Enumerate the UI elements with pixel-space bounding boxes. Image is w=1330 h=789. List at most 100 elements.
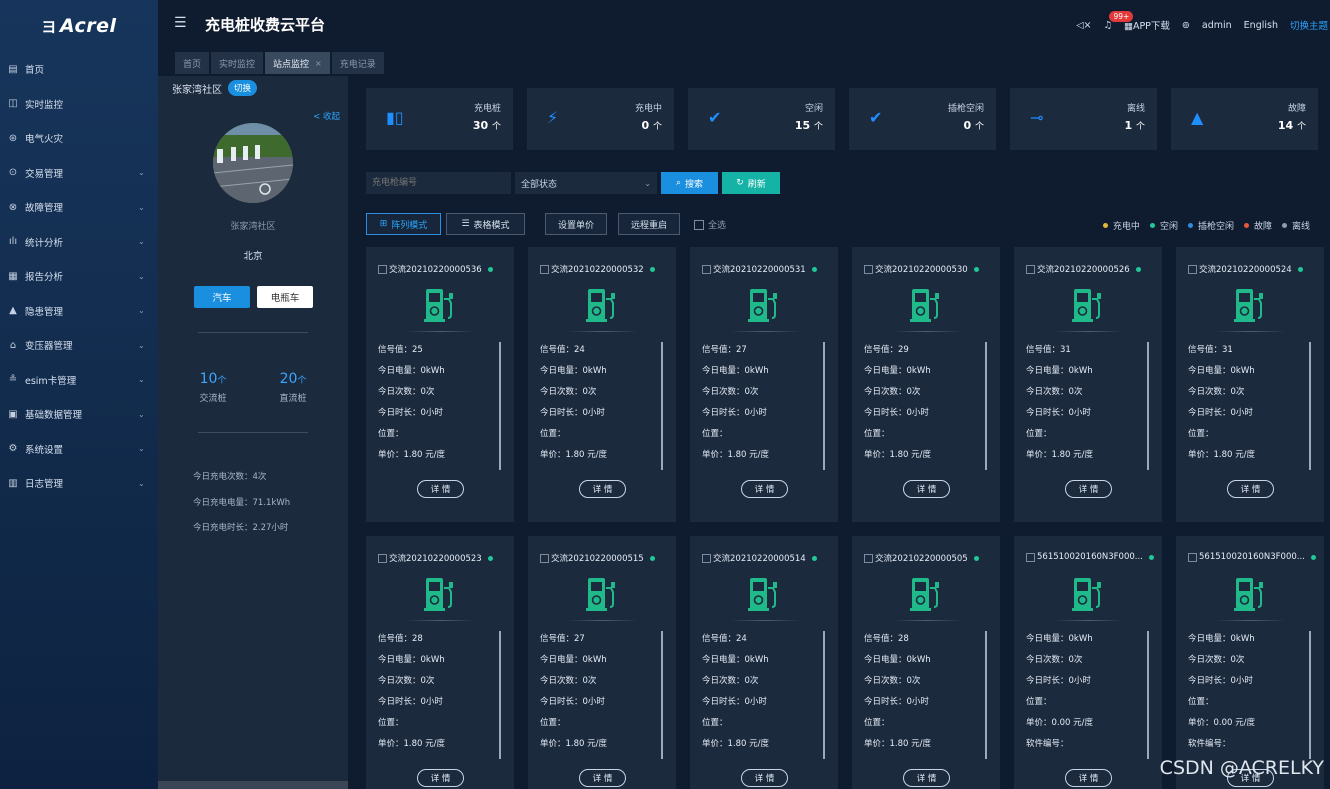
card-title[interactable]: 交流20210220000514: [702, 552, 817, 564]
detail-button[interactable]: 详 情: [1065, 769, 1112, 787]
card-title[interactable]: 交流20210220000536: [378, 263, 493, 275]
detail-button[interactable]: 详 情: [417, 769, 464, 787]
charger-card: 561510020160N3F000... 今日电量：0kWh 今日次数：0次 今日时…: [1176, 536, 1324, 789]
card-title[interactable]: 交流20210220000524: [1188, 263, 1303, 275]
detail-button[interactable]: 详 情: [579, 769, 626, 787]
menu-toggle-icon[interactable]: ☰: [174, 15, 187, 31]
sidebar-item[interactable]: ⊛ 电气火灾: [0, 121, 158, 156]
monitor-icon: ◫: [8, 98, 18, 110]
card-scrollbar[interactable]: [985, 631, 987, 759]
checkbox-icon[interactable]: [540, 553, 549, 563]
legend-label: 故障: [1253, 222, 1272, 232]
checkbox-icon[interactable]: [702, 264, 711, 274]
charger-id: 交流20210220000532: [551, 265, 644, 275]
car-button[interactable]: 汽车: [194, 286, 250, 308]
card-scrollbar[interactable]: [661, 342, 663, 470]
remote-restart-button[interactable]: 远程重启: [618, 213, 680, 235]
collapse-button[interactable]: < 收起: [313, 110, 340, 122]
charger-code-input[interactable]: [366, 172, 511, 194]
select-all-checkbox[interactable]: 全选: [694, 218, 726, 231]
card-title[interactable]: 交流20210220000532: [540, 263, 655, 275]
theme-switch[interactable]: 切换主题: [1290, 18, 1328, 32]
card-info-row: 单价：1.80 元/度: [378, 450, 445, 460]
checkbox-icon[interactable]: [540, 264, 549, 274]
array-mode-button[interactable]: ⊞ 阵列模式: [366, 213, 441, 235]
detail-button[interactable]: 详 情: [903, 769, 950, 787]
station-photo: [213, 123, 293, 203]
detail-button[interactable]: 详 情: [1065, 480, 1112, 498]
sidebar-item[interactable]: ▦ 报告分析 ⌄: [0, 259, 158, 294]
tab[interactable]: 充电记录: [331, 52, 384, 74]
checkbox-icon[interactable]: [864, 264, 873, 274]
card-title[interactable]: 交流20210220000526: [1026, 263, 1141, 275]
card-info-row: 今日电量：0kWh: [540, 366, 607, 376]
close-icon[interactable]: ×: [315, 59, 322, 68]
card-info-row: 单价：1.80 元/度: [1026, 450, 1093, 460]
checkbox-icon[interactable]: [378, 553, 387, 563]
detail-button[interactable]: 详 情: [579, 480, 626, 498]
sidebar-item[interactable]: ⌂ 变压器管理 ⌄: [0, 328, 158, 363]
sidebar-item[interactable]: ▲ 隐患管理 ⌄: [0, 294, 158, 329]
card-scrollbar[interactable]: [823, 342, 825, 470]
card-info-row: 信号值：24: [702, 634, 747, 644]
card-title[interactable]: 交流20210220000530: [864, 263, 979, 275]
card-scrollbar[interactable]: [1147, 631, 1149, 759]
sidebar-item[interactable]: ⊙ 交易管理 ⌄: [0, 156, 158, 191]
search-button[interactable]: ⌕ 搜索: [661, 172, 718, 194]
card-scrollbar[interactable]: [499, 631, 501, 759]
sidebar-item[interactable]: ◫ 实时监控: [0, 87, 158, 122]
set-price-button[interactable]: 设置单价: [545, 213, 607, 235]
card-title[interactable]: 交流20210220000505: [864, 552, 979, 564]
detail-button[interactable]: 详 情: [903, 480, 950, 498]
card-scrollbar[interactable]: [1309, 342, 1311, 470]
sidebar-item[interactable]: ⚙ 系统设置 ⌄: [0, 432, 158, 467]
checkbox-icon[interactable]: [1026, 264, 1035, 274]
card-title[interactable]: 交流20210220000531: [702, 263, 817, 275]
tab[interactable]: 首页: [175, 52, 210, 74]
card-scrollbar[interactable]: [1147, 342, 1149, 470]
sidebar-item[interactable]: ▤ 首页: [0, 52, 158, 87]
sidebar-item[interactable]: ⊗ 故障管理 ⌄: [0, 190, 158, 225]
detail-button[interactable]: 详 情: [417, 480, 464, 498]
card-scrollbar[interactable]: [661, 631, 663, 759]
card-scrollbar[interactable]: [823, 631, 825, 759]
station-switch-button[interactable]: 切换: [228, 80, 258, 96]
summary-number: 15: [794, 119, 811, 132]
report-icon: ▦: [8, 270, 18, 282]
checkbox-icon[interactable]: [378, 264, 387, 274]
sidebar-item[interactable]: ▣ 基础数据管理 ⌄: [0, 397, 158, 432]
checkbox-icon[interactable]: [864, 553, 873, 563]
card-scrollbar[interactable]: [985, 342, 987, 470]
ebike-button[interactable]: 电瓶车: [257, 286, 313, 308]
checkbox-icon[interactable]: [1188, 552, 1197, 562]
table-mode-button[interactable]: ☰ 表格模式: [446, 213, 525, 235]
horizontal-scrollbar[interactable]: [158, 781, 348, 789]
help-icon[interactable]: ⊚: [1182, 20, 1190, 31]
detail-button[interactable]: 详 情: [1227, 480, 1274, 498]
card-title[interactable]: 561510020160N3F000...: [1188, 552, 1316, 562]
status-dot: [1135, 266, 1141, 272]
card-scrollbar[interactable]: [499, 342, 501, 470]
notification-bell[interactable]: ♫ 99+: [1103, 10, 1134, 31]
tab[interactable]: 站点监控 ×: [265, 52, 330, 74]
refresh-button[interactable]: ↻ 刷新: [722, 172, 780, 194]
detail-button[interactable]: 详 情: [741, 480, 788, 498]
status-dot: [649, 555, 655, 561]
checkbox-icon[interactable]: [1026, 552, 1035, 562]
user-name[interactable]: admin: [1202, 20, 1232, 31]
card-title[interactable]: 交流20210220000515: [540, 552, 655, 564]
detail-button[interactable]: 详 情: [741, 769, 788, 787]
sidebar-item[interactable]: ≗ esim卡管理 ⌄: [0, 363, 158, 398]
charger-icon: [586, 578, 615, 611]
checkbox-icon[interactable]: [702, 553, 711, 563]
card-scrollbar[interactable]: [1309, 631, 1311, 759]
checkbox-icon[interactable]: [1188, 264, 1197, 274]
status-select[interactable]: 全部状态 ⌄: [515, 172, 657, 194]
mute-icon[interactable]: ◁×: [1076, 20, 1091, 31]
language-switch[interactable]: English: [1244, 20, 1278, 31]
tab[interactable]: 实时监控: [211, 52, 264, 74]
sidebar-item[interactable]: ılı 统计分析 ⌄: [0, 225, 158, 260]
card-title[interactable]: 561510020160N3F000...: [1026, 552, 1154, 562]
sidebar-item[interactable]: ▥ 日志管理 ⌄: [0, 466, 158, 501]
card-title[interactable]: 交流20210220000523: [378, 552, 493, 564]
